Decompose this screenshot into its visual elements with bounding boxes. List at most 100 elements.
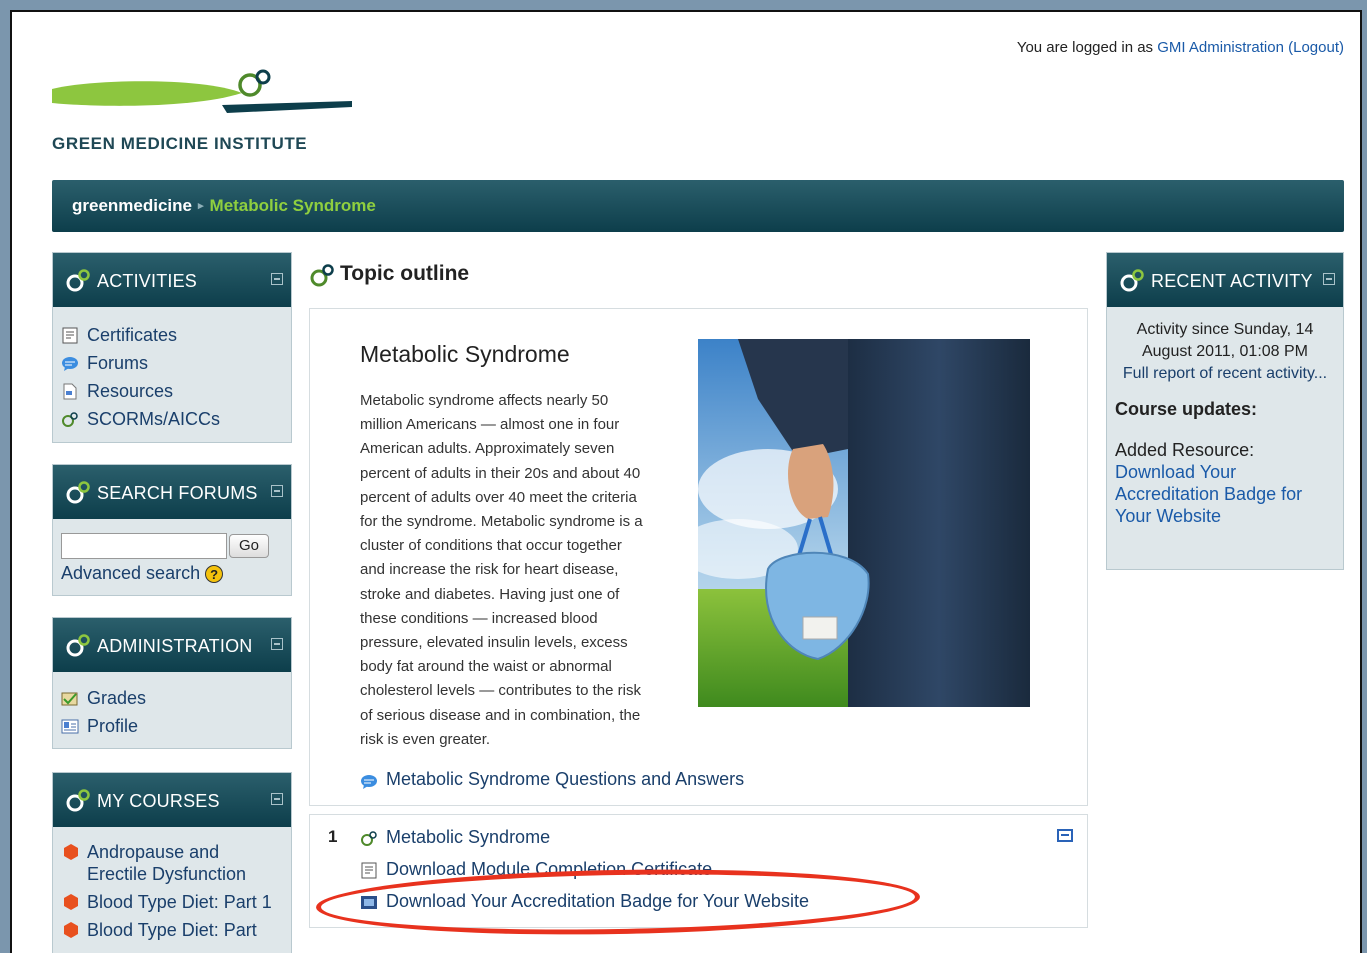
collapse-icon[interactable]: [271, 638, 283, 650]
summary-line: of serious disease and in combination, t…: [360, 706, 641, 724]
collapse-section-icon[interactable]: [1057, 829, 1073, 842]
course-updates-heading: Course updates:: [1115, 399, 1258, 419]
certificate-icon: [62, 327, 78, 344]
user-link[interactable]: GMI Administration: [1157, 39, 1284, 56]
activity-since: Activity since Sunday, 14 August 2011, 0…: [1115, 319, 1335, 385]
course-label: Andropause and Erectile Dysfunction: [87, 842, 247, 884]
advanced-search-link[interactable]: Advanced search ?: [61, 563, 283, 584]
help-icon[interactable]: ?: [205, 565, 224, 584]
activities-block: ACTIVITIES Certificates Forums Resources…: [52, 252, 292, 443]
course-label: Blood Type Diet: Part 1: [87, 892, 272, 912]
summary-line: stroke and diabetes. Having just one of: [360, 585, 620, 603]
summary-line: for the syndrome. Metabolic syndrome is …: [360, 513, 643, 531]
gmi-logo-icon: [66, 789, 90, 812]
admin-label: Grades: [87, 688, 147, 708]
search-forums-header: SEARCH FORUMS: [53, 465, 291, 519]
resource-icon: [63, 383, 77, 400]
section-item-label: Metabolic Syndrome: [386, 827, 551, 847]
summary-line: American adults. Approximately seven: [360, 440, 615, 458]
breadcrumb-current: Metabolic Syndrome: [209, 196, 376, 215]
advanced-search-label: Advanced search: [61, 563, 201, 583]
added-resource-label: Added Resource:: [1115, 440, 1255, 460]
recent-activity-header: RECENT ACTIVITY: [1107, 253, 1343, 307]
activity-forums[interactable]: Forums: [61, 349, 283, 377]
collapse-icon[interactable]: [271, 273, 283, 285]
summary-heading: Metabolic Syndrome: [360, 341, 570, 367]
qa-forum-link[interactable]: Metabolic Syndrome Questions and Answers: [360, 769, 744, 790]
added-resource-link[interactable]: Download Your Accreditation Badge for Yo…: [1115, 461, 1335, 527]
page: You are logged in as GMI Administration …: [12, 12, 1360, 953]
activity-certificates[interactable]: Certificates: [61, 321, 283, 349]
collapse-icon[interactable]: [271, 793, 283, 805]
course-link[interactable]: Andropause and Erectile Dysfunction: [61, 841, 283, 885]
man-holding-mask-photo: [698, 339, 1030, 707]
activity-label: SCORMs/AICCs: [87, 409, 221, 429]
section-scorm-link[interactable]: Metabolic Syndrome: [360, 827, 550, 848]
course-link[interactable]: Blood Type Diet: Part 1: [61, 891, 283, 913]
breadcrumb-separator: ▸: [198, 200, 204, 212]
collapse-icon[interactable]: [271, 485, 283, 497]
summary-line: risk is even greater.: [360, 730, 491, 748]
gmi-logo-icon: [66, 481, 90, 504]
admin-grades[interactable]: Grades: [61, 684, 283, 712]
activity-scorms[interactable]: SCORMs/AICCs: [61, 405, 283, 433]
activities-title: ACTIVITIES: [97, 271, 198, 291]
summary-line: cholesterol levels — contributes to the …: [360, 682, 641, 700]
grades-icon: [61, 692, 78, 706]
qa-link-label: Metabolic Syndrome Questions and Answers: [386, 769, 745, 789]
activities-header: ACTIVITIES: [53, 253, 291, 307]
topic-outline-heading: Topic outline: [308, 262, 470, 287]
summary-line: these conditions — increased blood: [360, 609, 598, 627]
course-label: Blood Type Diet: Part: [87, 920, 257, 940]
summary-line: body fat around the waist or abnormal: [360, 658, 612, 676]
course-summary: Metabolic Syndrome Metabolic syndrome af…: [309, 308, 1088, 806]
gmi-logo-icon: [66, 269, 90, 292]
breadcrumb-home[interactable]: greenmedicine: [72, 196, 192, 215]
administration-title: ADMINISTRATION: [97, 636, 253, 656]
admin-profile[interactable]: Profile: [61, 712, 283, 740]
go-button[interactable]: Go: [229, 534, 270, 558]
logout-link[interactable]: (Logout): [1288, 39, 1344, 56]
forum-icon: [361, 775, 377, 789]
summary-line: percent of adults in their 20s and about…: [360, 464, 641, 482]
activity-label: Resources: [87, 381, 174, 401]
section-number: 1: [328, 827, 338, 846]
course-icon: [64, 922, 78, 938]
my-courses-block: MY COURSES Andropause and Erectile Dysfu…: [52, 772, 292, 953]
search-forums-block: SEARCH FORUMS Go Advanced search ?: [52, 464, 292, 596]
summary-line: and increase the risk for heart disease,: [360, 561, 619, 579]
administration-block: ADMINISTRATION Grades Profile: [52, 617, 292, 749]
summary-text: Metabolic syndrome affects nearly 50 mil…: [360, 389, 690, 752]
my-courses-title: MY COURSES: [97, 791, 220, 811]
course-icon: [64, 894, 78, 910]
full-report-link[interactable]: Full report of recent activity...: [1115, 363, 1335, 385]
activity-label: Forums: [87, 353, 149, 373]
scorm-icon: [62, 412, 78, 427]
summary-line: million Americans — almost one in four: [360, 416, 620, 434]
profile-icon: [61, 719, 79, 734]
activity-resources[interactable]: Resources: [61, 377, 283, 405]
search-forums-title: SEARCH FORUMS: [97, 483, 258, 503]
activity-since-line: Activity since Sunday, 14: [1136, 321, 1314, 338]
collapse-icon[interactable]: [1323, 273, 1335, 285]
activity-since-line: August 2011, 01:08 PM: [1141, 343, 1309, 360]
gmi-logo-icon: [66, 634, 90, 657]
admin-label: Profile: [87, 716, 139, 736]
navigation-bar: greenmedicine ▸ Metabolic Syndrome: [52, 180, 1344, 232]
topic-outline-title: Topic outline: [340, 262, 470, 285]
added-resource-line: Download Your: [1115, 462, 1237, 482]
search-input[interactable]: [61, 533, 227, 559]
added-resource-line: Accreditation Badge for: [1115, 484, 1303, 504]
breadcrumb: greenmedicine ▸ Metabolic Syndrome: [72, 196, 376, 216]
login-prefix: You are logged in as: [1016, 39, 1154, 56]
certificate-icon: [361, 862, 377, 879]
gmi-logo-icon: [1120, 269, 1144, 292]
summary-line: percent of adults over 40 meet the crite…: [360, 488, 637, 506]
scorm-icon: [361, 831, 377, 846]
activity-label: Certificates: [87, 325, 178, 345]
course-link[interactable]: Blood Type Diet: Part: [61, 919, 283, 941]
logo-text: GREEN MEDICINE INSTITUTE: [52, 134, 308, 153]
forum-icon: [62, 357, 78, 371]
login-info: You are logged in as GMI Administration …: [1017, 39, 1344, 56]
added-resource-line: Your Website: [1115, 506, 1222, 526]
